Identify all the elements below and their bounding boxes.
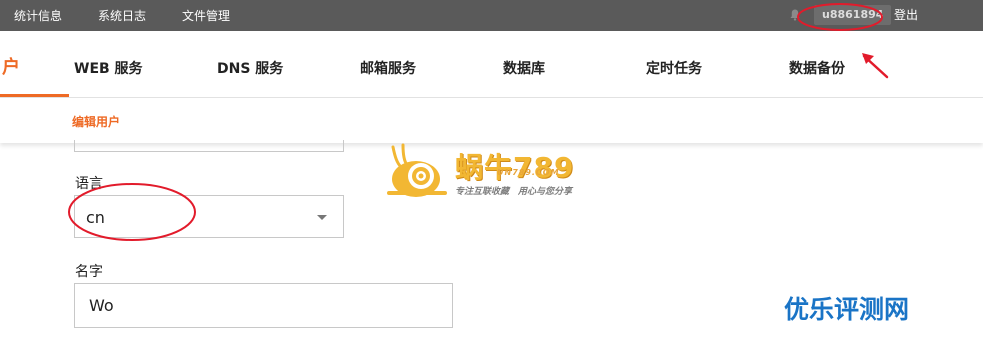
top-link-logs[interactable]: 系统日志	[98, 7, 146, 24]
snail-icon	[387, 143, 447, 197]
top-link-files[interactable]: 文件管理	[182, 7, 230, 24]
chevron-down-icon	[317, 215, 327, 220]
name-input[interactable]: Wo	[74, 283, 453, 328]
logout-link[interactable]: 登出	[894, 6, 918, 23]
watermark-brand: 蜗牛789	[455, 151, 575, 184]
nav-item-backup[interactable]: 数据备份	[789, 58, 845, 78]
watermark-site: 优乐评测网	[784, 295, 910, 324]
nav-item-mail[interactable]: 邮箱服务	[360, 58, 416, 78]
language-label: 语言	[75, 176, 103, 192]
page-title: 编辑用户	[72, 115, 121, 129]
previous-field[interactable]	[74, 140, 344, 152]
page: 统计信息 系统日志 文件管理 u8861894 登出 户 WEB 服务 DNS …	[0, 0, 983, 345]
nav-item-users[interactable]: 户	[0, 31, 69, 97]
nav-item-web[interactable]: WEB 服务	[74, 58, 143, 78]
nav-item-dns[interactable]: DNS 服务	[217, 58, 283, 78]
main-nav: 户 WEB 服务 DNS 服务 邮箱服务 数据库 定时任务 数据备份	[0, 31, 983, 98]
username-badge[interactable]: u8861894	[814, 5, 892, 25]
watermark-domain: UN789.COM	[497, 168, 560, 177]
top-bar: 统计信息 系统日志 文件管理 u8861894 登出	[0, 0, 983, 31]
nav-item-cron[interactable]: 定时任务	[646, 58, 702, 78]
language-select-value: cn	[86, 208, 105, 227]
watermark-logo: 蜗牛789 UN789.COM 专注互联收藏 用心与您分享	[380, 140, 610, 200]
name-input-value: Wo	[89, 296, 114, 315]
nav-item-database[interactable]: 数据库	[503, 58, 545, 78]
nav-item-users-label: 户	[2, 57, 20, 78]
watermark-slogan: 专注互联收藏 用心与您分享	[455, 187, 573, 197]
sub-nav: 编辑用户	[0, 98, 983, 143]
top-link-stats[interactable]: 统计信息	[14, 7, 62, 24]
language-select[interactable]: cn	[74, 195, 344, 238]
name-label: 名字	[75, 264, 103, 280]
bell-icon[interactable]	[790, 9, 800, 21]
